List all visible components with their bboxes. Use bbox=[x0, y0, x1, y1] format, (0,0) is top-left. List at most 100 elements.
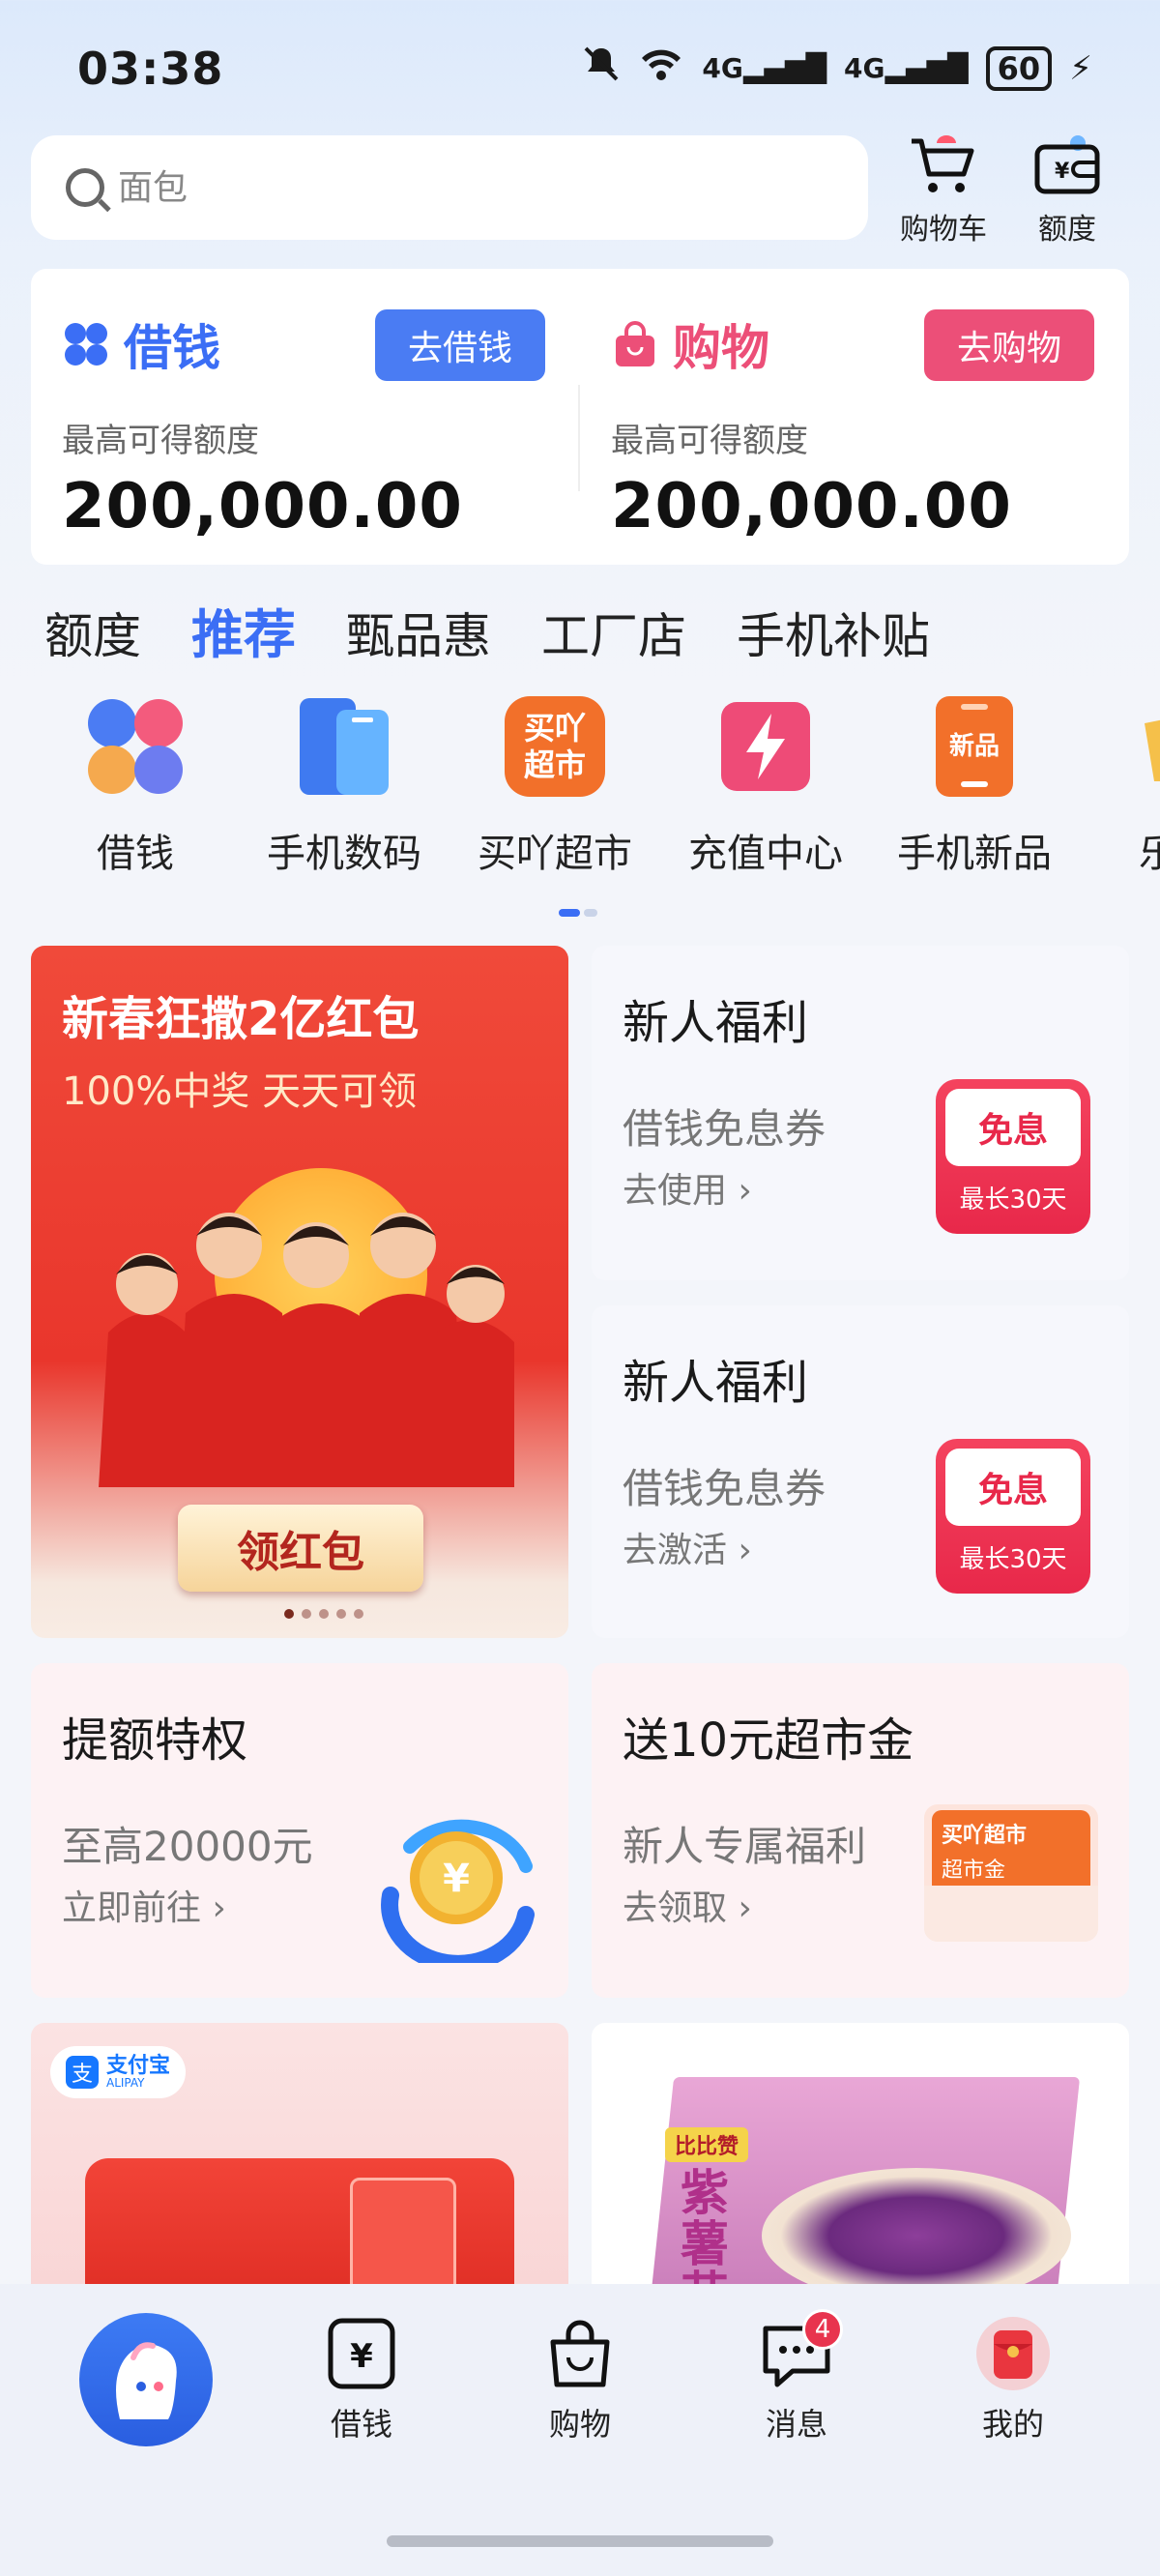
yuan-icon: ¥ bbox=[328, 2318, 395, 2389]
svg-text:超市: 超市 bbox=[524, 746, 586, 783]
pager-dot bbox=[584, 909, 597, 917]
signal-icon: 4G▂▄▆█ bbox=[702, 52, 826, 84]
category-recharge[interactable]: 充值中心 bbox=[669, 694, 862, 878]
welfare-action[interactable]: 去激活 › bbox=[623, 1522, 752, 1572]
tab-phone-subsidy[interactable]: 手机补贴 bbox=[737, 598, 930, 667]
category-new-phones[interactable]: 新品 手机新品 bbox=[878, 694, 1071, 878]
cart-icon bbox=[912, 135, 974, 192]
wallet-icon: ¥ bbox=[1034, 135, 1100, 194]
category-label: 借钱 bbox=[97, 832, 174, 876]
go-borrow-button[interactable]: 去借钱 bbox=[375, 309, 546, 381]
new-phone-icon: 新品 bbox=[936, 696, 1013, 797]
borrow-section: 借钱 去借钱 最高可得额度 200,000.00 bbox=[31, 269, 580, 565]
interest-free-coupon: 免息 最长30天 bbox=[936, 1439, 1090, 1594]
shop-section: 购物 去购物 最高可得额度 200,000.00 bbox=[580, 269, 1129, 565]
bag-icon bbox=[550, 2320, 610, 2387]
product-card[interactable]: 比比赞 紫薯芋泥 bbox=[592, 2023, 1129, 2303]
svg-text:¥: ¥ bbox=[443, 1857, 470, 1901]
chevron-right-icon: › bbox=[212, 1888, 226, 1928]
tab-mine[interactable]: 我的 bbox=[945, 2315, 1081, 2444]
feature-action[interactable]: 去领取 › bbox=[623, 1880, 752, 1930]
status-icons: 4G▂▄▆█ 4G▂▄▆█ 60 ⚡ bbox=[582, 44, 1092, 92]
search-input[interactable] bbox=[118, 167, 698, 208]
shop-title: 购物 bbox=[673, 320, 769, 376]
svg-text:¥: ¥ bbox=[1055, 160, 1070, 184]
tab-borrow[interactable]: ¥ 借钱 bbox=[294, 2315, 429, 2444]
banner-title: 新春狂撒2亿红包 bbox=[62, 992, 420, 1046]
cart-label: 购物车 bbox=[900, 213, 987, 247]
feature-subtitle: 至高20000元 bbox=[62, 1823, 313, 1870]
welfare-card[interactable]: 新人福利 借钱免息券 去使用 › 免息 最长30天 bbox=[592, 946, 1129, 1280]
banner-subtitle: 100%中奖 天天可领 bbox=[62, 1069, 418, 1114]
shop-amount: 200,000.00 bbox=[611, 471, 1012, 542]
tab-quota[interactable]: 额度 bbox=[44, 598, 141, 667]
category-supermarket[interactable]: 买吖 超市 买吖超市 bbox=[458, 694, 652, 878]
signal-icon: 4G▂▄▆█ bbox=[843, 52, 969, 84]
home-indicator[interactable] bbox=[387, 2535, 773, 2547]
interest-free-coupon: 免息 最长30天 bbox=[936, 1079, 1090, 1234]
tab-label: 消息 bbox=[765, 2406, 827, 2443]
lightning-icon bbox=[721, 702, 810, 791]
welfare-card[interactable]: 新人福利 借钱免息券 去激活 › 免息 最长30天 bbox=[592, 1305, 1129, 1638]
promo-banner[interactable]: 新春狂撒2亿红包 100%中奖 天天可领 领红包 bbox=[31, 946, 568, 1638]
mute-bell-icon bbox=[582, 44, 621, 92]
tab-label: 购物 bbox=[548, 2406, 611, 2443]
welfare-title: 新人福利 bbox=[623, 996, 809, 1050]
feature-action[interactable]: 立即前往 › bbox=[62, 1880, 226, 1930]
svg-text:买吖: 买吖 bbox=[524, 710, 586, 746]
charging-icon: ⚡ bbox=[1069, 48, 1092, 88]
coupon-main: 免息 bbox=[945, 1449, 1081, 1526]
welfare-action[interactable]: 去使用 › bbox=[623, 1162, 752, 1213]
tab-messages[interactable]: 4 消息 bbox=[729, 2309, 864, 2444]
mascot-icon bbox=[116, 2342, 177, 2419]
chevron-right-icon: › bbox=[738, 1171, 752, 1211]
quota-boost-card[interactable]: 提额特权 至高20000元 立即前往 › ¥ bbox=[31, 1663, 568, 1998]
partial-icon bbox=[1145, 719, 1160, 781]
product-name: 紫薯芋泥 bbox=[681, 2165, 729, 2303]
category-phones-digital[interactable]: 手机数码 bbox=[247, 694, 441, 878]
search-bar[interactable] bbox=[31, 135, 868, 240]
claim-red-packet-button[interactable]: 领红包 bbox=[178, 1505, 423, 1592]
category-pager bbox=[559, 909, 597, 917]
category-label: 买吖超市 bbox=[478, 832, 632, 876]
athletes-illustration bbox=[99, 1213, 514, 1487]
quota-button[interactable]: ¥ 额度 bbox=[1009, 132, 1125, 248]
shopping-bag-icon bbox=[616, 321, 654, 366]
supermarket-icon: 买吖 超市 bbox=[505, 696, 605, 797]
shop-subtitle: 最高可得额度 bbox=[611, 422, 808, 460]
welfare-subtitle: 借钱免息券 bbox=[623, 1465, 826, 1512]
coupon-sub: 最长30天 bbox=[959, 1545, 1067, 1574]
unread-badge: 4 bbox=[802, 2309, 843, 2350]
red-envelope-icon bbox=[976, 2317, 1050, 2390]
tab-label: 我的 bbox=[981, 2406, 1044, 2443]
coupon-sub: 最长30天 bbox=[959, 1186, 1067, 1215]
tab-factory-store[interactable]: 工厂店 bbox=[541, 598, 686, 667]
chevron-right-icon: › bbox=[738, 1888, 752, 1928]
feature-title: 提额特权 bbox=[62, 1713, 248, 1768]
welfare-title: 新人福利 bbox=[623, 1356, 809, 1410]
supermarket-gold-card[interactable]: 送10元超市金 新人专属福利 去领取 › 买吖超市 超市金 bbox=[592, 1663, 1129, 1998]
chevron-right-icon: › bbox=[738, 1531, 752, 1570]
search-icon bbox=[66, 168, 104, 207]
tab-recommend[interactable]: 推荐 bbox=[191, 592, 296, 668]
go-shop-button[interactable]: 去购物 bbox=[924, 309, 1095, 381]
product-brand: 比比赞 bbox=[665, 2127, 749, 2162]
supermarket-envelope-icon: 买吖超市 超市金 bbox=[924, 1804, 1098, 1942]
alipay-badge: 支 支付宝 ALIPAY bbox=[50, 2046, 187, 2098]
quota-label: 额度 bbox=[1038, 213, 1096, 247]
phones-icon bbox=[300, 698, 389, 795]
cart-button[interactable]: 购物车 bbox=[885, 132, 1001, 248]
tab-zhenpinhui[interactable]: 甄品惠 bbox=[346, 598, 491, 667]
home-mascot-button[interactable] bbox=[79, 2313, 213, 2446]
battery-icon: 60 bbox=[985, 45, 1053, 91]
borrow-subtitle: 最高可得额度 bbox=[62, 422, 259, 460]
clover-icon bbox=[88, 699, 183, 794]
tab-shopping[interactable]: 购物 bbox=[512, 2315, 648, 2444]
feature-title: 送10元超市金 bbox=[623, 1713, 914, 1768]
pager-dot-active bbox=[559, 909, 580, 917]
alipay-promo-card[interactable]: 支 支付宝 ALIPAY bbox=[31, 2023, 568, 2303]
credit-panel: 借钱 去借钱 最高可得额度 200,000.00 购物 去购物 最高可得额度 2… bbox=[31, 269, 1129, 565]
category-borrow[interactable]: 借钱 bbox=[39, 694, 232, 878]
category-label: 充值中心 bbox=[688, 832, 843, 876]
category-lexiang[interactable]: 乐享 bbox=[1081, 694, 1160, 878]
